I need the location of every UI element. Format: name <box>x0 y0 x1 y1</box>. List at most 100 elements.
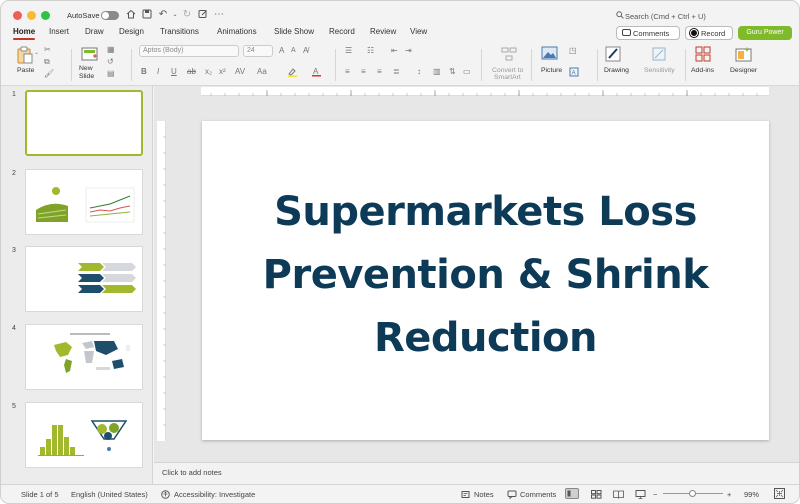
strikethrough-icon[interactable]: ab <box>187 67 196 76</box>
slide-thumbnail-4[interactable] <box>25 324 143 390</box>
autosave-toggle[interactable] <box>101 11 119 20</box>
superscript-icon[interactable]: x² <box>219 67 226 76</box>
picture-icon[interactable] <box>541 46 558 62</box>
zoom-level[interactable]: 99% <box>744 490 759 499</box>
minimize-window-button[interactable] <box>27 11 36 20</box>
highlight-icon[interactable] <box>287 67 301 79</box>
slide-title[interactable]: Supermarkets Loss Prevention & Shrink Re… <box>202 181 769 370</box>
svg-text:A: A <box>572 71 576 77</box>
change-case-icon[interactable]: Aa <box>257 67 267 76</box>
tab-slide-show[interactable]: Slide Show <box>274 27 314 36</box>
font-color-icon[interactable]: A <box>311 66 323 79</box>
bold-icon[interactable]: B <box>141 67 147 76</box>
align-left-icon[interactable]: ≡ <box>345 67 350 76</box>
tab-view[interactable]: View <box>410 27 427 36</box>
accessibility-status[interactable]: Accessibility: Investigate <box>161 490 255 499</box>
reset-icon[interactable]: ↺ <box>107 57 114 66</box>
fit-to-window-icon[interactable] <box>774 488 785 501</box>
slide-thumbnail-5[interactable] <box>25 402 143 468</box>
thumbnail-graphic <box>36 187 135 223</box>
tab-record[interactable]: Record <box>329 27 355 36</box>
addins-icon[interactable] <box>695 46 711 62</box>
slide-thumbnail-1[interactable] <box>25 90 143 156</box>
decrease-font-icon[interactable]: A <box>291 47 296 54</box>
align-right-icon[interactable]: ≡ <box>377 67 382 76</box>
font-size-field[interactable]: 24 <box>243 45 273 57</box>
line-spacing-icon[interactable]: ↕ <box>417 67 421 76</box>
shapes-icon[interactable]: ◳ <box>569 46 577 55</box>
text-direction-icon[interactable]: ⇅ <box>449 67 456 76</box>
copy-icon[interactable]: ⧉ <box>44 57 50 67</box>
home-icon[interactable] <box>125 9 137 21</box>
tab-review[interactable]: Review <box>370 27 396 36</box>
paste-icon[interactable] <box>16 46 33 64</box>
clear-formatting-icon[interactable]: A̸ <box>303 46 308 55</box>
save-icon[interactable] <box>141 9 153 21</box>
record-button[interactable]: Record <box>685 26 733 40</box>
sensitivity-icon[interactable] <box>651 46 667 62</box>
tab-draw[interactable]: Draw <box>85 27 104 36</box>
decrease-indent-icon[interactable]: ⇤ <box>391 46 398 55</box>
font-name-field[interactable]: Aptos (Body) <box>139 45 239 57</box>
zoom-window-button[interactable] <box>41 11 50 20</box>
columns-icon[interactable]: ▥ <box>433 67 441 76</box>
paste-dropdown-icon[interactable]: ⌄ <box>34 49 39 56</box>
undo-dropdown-icon[interactable]: ⌄ <box>169 9 181 21</box>
redo-icon[interactable]: ↻ <box>181 9 193 21</box>
tab-animations[interactable]: Animations <box>217 27 257 36</box>
drawing-icon[interactable] <box>605 46 621 62</box>
undo-icon[interactable]: ↶ <box>157 9 169 21</box>
designer-icon[interactable] <box>735 46 752 62</box>
slide-thumbnail-2[interactable] <box>25 169 143 235</box>
status-comments-button[interactable]: Comments <box>507 490 556 500</box>
text-box-icon[interactable]: A <box>569 67 579 79</box>
section-icon[interactable]: ▤ <box>107 69 115 78</box>
comments-button[interactable]: Comments <box>616 26 680 40</box>
new-slide-label-1: New <box>79 65 93 72</box>
zoom-in-icon[interactable]: + <box>727 490 731 499</box>
tab-home[interactable]: Home <box>13 27 35 36</box>
slide-show-icon[interactable] <box>635 490 646 501</box>
increase-indent-icon[interactable]: ⇥ <box>405 46 412 55</box>
svg-text:A: A <box>313 67 319 76</box>
italic-icon[interactable]: I <box>157 67 159 76</box>
zoom-out-icon[interactable]: − <box>653 490 657 499</box>
normal-view-icon[interactable] <box>565 488 579 501</box>
ribbon-tabs: Home Insert Draw Design Transitions Anim… <box>1 25 799 41</box>
designer-label: Designer <box>730 67 758 74</box>
layout-icon[interactable]: ▦ <box>107 45 115 54</box>
subscript-icon[interactable]: x₂ <box>205 67 212 76</box>
notes-pane[interactable] <box>154 462 799 484</box>
new-slide-icon[interactable] <box>81 46 98 62</box>
tab-design[interactable]: Design <box>119 27 144 36</box>
tab-transitions[interactable]: Transitions <box>160 27 199 36</box>
slide-sorter-icon[interactable] <box>591 490 602 501</box>
smartart-icon[interactable] <box>501 47 517 63</box>
current-slide[interactable]: Supermarkets Loss Prevention & Shrink Re… <box>202 121 769 440</box>
close-window-button[interactable] <box>13 11 22 20</box>
increase-font-icon[interactable]: A <box>279 46 284 55</box>
reading-view-icon[interactable] <box>613 490 624 501</box>
more-icon[interactable]: ⋯ <box>213 9 225 21</box>
justify-icon[interactable]: ≣ <box>393 67 400 76</box>
cut-icon[interactable]: ✂ <box>44 45 51 54</box>
bullets-icon[interactable]: ☰ <box>345 46 352 55</box>
search-box[interactable]: Search (Cmd + Ctrl + U) <box>616 11 706 21</box>
horizontal-ruler[interactable] <box>201 87 769 96</box>
align-text-icon[interactable]: ▭ <box>463 67 471 76</box>
customize-icon[interactable] <box>197 9 209 21</box>
notes-placeholder[interactable]: Click to add notes <box>162 468 222 477</box>
notes-button[interactable]: Notes <box>461 490 494 499</box>
format-painter-icon[interactable]: 🖌 <box>44 69 54 78</box>
align-center-icon[interactable]: ≡ <box>361 67 366 76</box>
thumbnail-number: 4 <box>12 325 16 332</box>
underline-icon[interactable]: U <box>171 67 177 76</box>
vertical-ruler[interactable] <box>157 121 166 441</box>
character-spacing-icon[interactable]: AV <box>235 67 245 76</box>
slide-thumbnail-3[interactable] <box>25 246 143 312</box>
tab-insert[interactable]: Insert <box>49 27 69 36</box>
guru-power-button[interactable]: Guru Power <box>738 26 792 40</box>
zoom-slider-knob[interactable] <box>689 490 696 497</box>
numbering-icon[interactable]: ☷ <box>367 46 374 55</box>
language-indicator[interactable]: English (United States) <box>71 490 148 499</box>
